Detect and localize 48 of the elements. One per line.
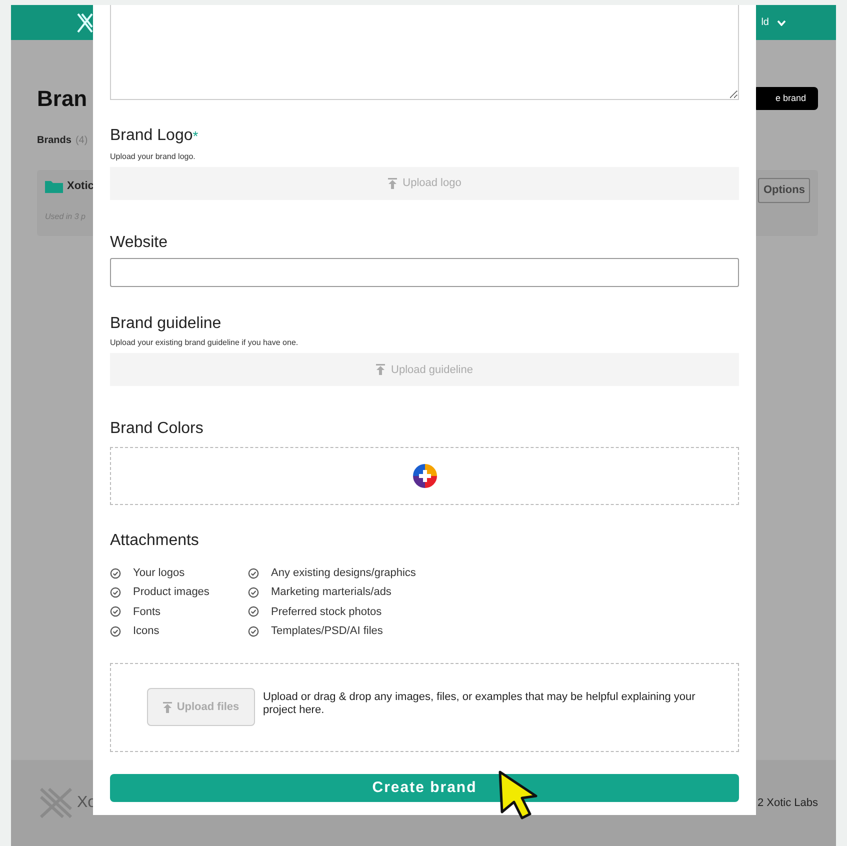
- cursor-icon: [498, 770, 540, 820]
- upload-button[interactable]: Upload logo: [110, 167, 739, 200]
- logo-icon: [39, 787, 73, 819]
- check-circle-icon: [110, 626, 121, 637]
- brand-name: Xotic: [67, 179, 94, 194]
- checklist-item: Product images: [110, 583, 248, 602]
- upload-icon: [376, 364, 386, 376]
- field-label: Website: [110, 233, 169, 252]
- field-label: Brand Logo: [110, 126, 193, 146]
- checklist-item: Marketing marterials/ads: [248, 583, 416, 602]
- check-circle-icon: [248, 587, 259, 598]
- color-picker-area[interactable]: [110, 446, 739, 505]
- upload-files-button[interactable]: Upload files: [147, 688, 255, 726]
- logo-icon: [77, 12, 93, 32]
- check-circle-icon: [110, 568, 121, 579]
- create-brand-button[interactable]: Create brand: [110, 774, 739, 802]
- chevron-down-icon[interactable]: [777, 20, 786, 26]
- create-brand-button[interactable]: e brand: [753, 86, 818, 110]
- checklist-item: Fonts: [110, 602, 248, 622]
- page-title: Bran: [37, 85, 88, 113]
- upload-icon: [162, 702, 172, 713]
- field-label: Brand guideline: [110, 314, 222, 334]
- checklist-item: Any existing designs/graphics: [248, 564, 416, 584]
- user-name[interactable]: ld: [761, 15, 769, 30]
- color-wheel-icon[interactable]: [412, 464, 436, 488]
- checklist-item: Preferred stock photos: [248, 602, 416, 622]
- required-mark: *: [192, 127, 198, 146]
- check-circle-icon: [248, 568, 259, 579]
- check-circle-icon: [110, 587, 121, 598]
- check-circle-icon: [110, 606, 121, 618]
- copyright-text: 2 Xotic Labs: [757, 796, 818, 811]
- upload-instructions: Upload or drag & drop any images, files, or examples that may be helpful explaining your project here.: [263, 690, 696, 718]
- website-field[interactable]: [110, 258, 739, 288]
- tab-label[interactable]: Brands: [37, 133, 72, 148]
- checklist-item: Icons: [110, 622, 248, 641]
- upload-button[interactable]: Upload guideline: [110, 353, 739, 386]
- checklist-item: Templates/PSD/AI files: [248, 622, 416, 641]
- hint-text: Upload your existing brand guideline if you have one.: [110, 337, 300, 350]
- check-circle-icon: [248, 606, 259, 618]
- checklist-item: Your logos: [110, 564, 248, 584]
- hint-text: Upload your brand logo.: [110, 151, 196, 163]
- check-circle-icon: [248, 626, 259, 637]
- folder-icon: [45, 180, 63, 193]
- upload-icon: [388, 178, 397, 189]
- field-label: Brand Colors: [110, 419, 204, 439]
- field-label: Attachments: [110, 530, 200, 550]
- options-button[interactable]: Options: [758, 178, 810, 202]
- drop-zone[interactable]: Upload files Upload or drag & drop any images, files, or examples that may be helpful explaining your project here.: [110, 662, 739, 752]
